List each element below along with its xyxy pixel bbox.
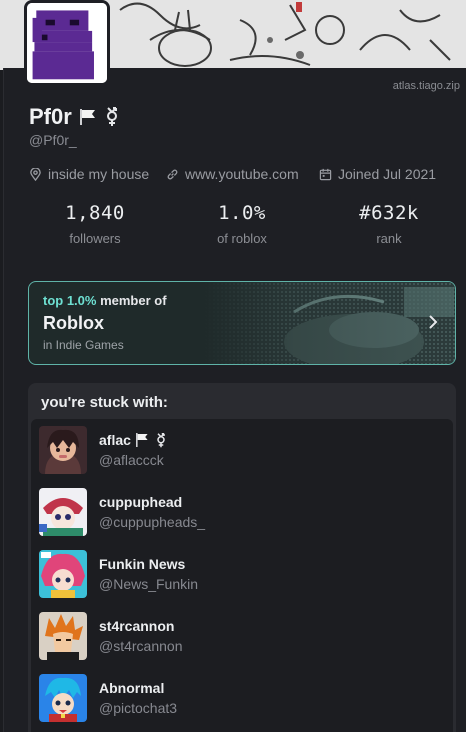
friend-item[interactable]: cuppuphead @cuppupheads_ (31, 481, 453, 543)
friend-name: st4rcannon (99, 618, 175, 634)
friend-handle: @cuppupheads_ (99, 514, 206, 530)
friend-handle: @aflaccck (99, 452, 164, 468)
friend-name: Funkin News (99, 556, 186, 572)
website-meta[interactable]: www.youtube.com (166, 166, 299, 182)
link-icon (167, 169, 178, 179)
map-pin-icon (30, 167, 41, 181)
community-category: in Indie Games (43, 338, 124, 352)
stat-value: 1.0% (218, 202, 266, 224)
website-link[interactable]: www.youtube.com (185, 166, 299, 182)
stat-label: rank (376, 231, 402, 246)
friend-item[interactable]: st4rcannon @st4rcannon (31, 605, 453, 667)
friend-avatar (39, 550, 87, 598)
joined-text: Joined Jul 2021 (338, 166, 437, 182)
friend-avatar (39, 488, 87, 536)
friend-avatar (39, 674, 87, 722)
calendar-icon (319, 168, 332, 180)
profile-avatar (24, 0, 110, 86)
stat-label: of roblox (217, 231, 267, 246)
friend-name-row: cuppuphead (99, 494, 182, 510)
stat-followers: 1,840 followers (35, 202, 155, 246)
friend-name: Abnormal (99, 680, 165, 696)
friend-avatar (39, 426, 87, 474)
chevron-right-icon (429, 315, 438, 329)
transgender-symbol-icon (106, 107, 117, 126)
stat-value: #632k (359, 202, 419, 224)
stuck-with-panel: you're stuck with: aflac @aflaccck cuppu… (28, 383, 456, 732)
friend-name-row: aflac (99, 432, 167, 448)
stat-value: 1,840 (65, 202, 125, 224)
community-name: Roblox (43, 313, 104, 333)
display-name-text: Pf0r (29, 104, 72, 129)
display-name: Pf0r (29, 104, 120, 130)
stat-percentile: 1.0% of roblox (182, 202, 302, 246)
friend-handle: @pictochat3 (99, 700, 178, 716)
stat-label: followers (69, 231, 121, 246)
stat-rank: #632k rank (329, 202, 449, 246)
location-meta: inside my house (29, 166, 149, 182)
stuck-with-title: you're stuck with: (41, 394, 168, 411)
white-flag-icon (79, 109, 95, 125)
rank-highlight: top 1.0% (43, 293, 97, 308)
rank-percent-line: top 1.0% member of (43, 293, 167, 308)
friend-item[interactable]: Abnormal @pictochat3 (31, 667, 453, 729)
community-rank-card[interactable]: top 1.0% member of Roblox in Indie Games (28, 281, 456, 365)
joined-meta: Joined Jul 2021 (319, 166, 436, 182)
user-handle: @Pf0r_ (29, 132, 77, 148)
source-watermark: atlas.tiago.zip (392, 80, 460, 92)
rank-suffix: member of (96, 293, 167, 308)
friend-name-row: Funkin News (99, 556, 185, 572)
friend-item[interactable]: aflac @aflaccck (31, 419, 453, 481)
friend-avatar (39, 612, 87, 660)
friend-name: aflac (99, 432, 131, 448)
location-text: inside my house (48, 166, 150, 182)
friend-name-row: st4rcannon (99, 618, 174, 634)
game-artwork (204, 282, 455, 364)
friend-name-row: Abnormal (99, 680, 164, 696)
transgender-symbol-icon (157, 432, 165, 447)
friend-handle: @News_Funkin (99, 576, 199, 592)
friend-handle: @st4rcannon (99, 638, 183, 654)
friend-name: cuppuphead (99, 494, 183, 510)
friend-list: aflac @aflaccck cuppuphead @cuppupheads_… (31, 419, 453, 732)
friend-item[interactable]: Funkin News @News_Funkin (31, 543, 453, 605)
white-flag-icon (135, 433, 148, 447)
